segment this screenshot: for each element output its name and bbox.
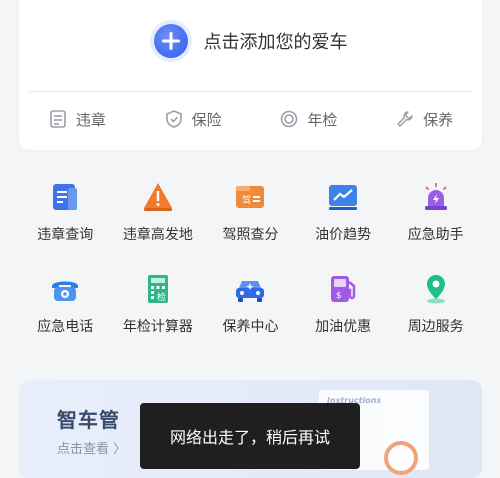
grid-label: 保养中心 bbox=[222, 319, 279, 335]
shortcut-violation[interactable]: 违章 bbox=[48, 109, 106, 130]
shortcut-inspection[interactable]: 年检 bbox=[279, 109, 337, 130]
shortcut-label: 保险 bbox=[191, 110, 222, 129]
add-car-label: 点击添加您的爱车 bbox=[203, 32, 348, 53]
warning-triangle-icon bbox=[143, 183, 172, 211]
grid-item-oil-price[interactable]: 油价趋势 bbox=[297, 180, 390, 244]
grid-item-maintenance-center[interactable]: 保养中心 bbox=[204, 272, 297, 336]
shortcut-insurance[interactable]: 保险 bbox=[164, 109, 222, 130]
grid-label: 驾照查分 bbox=[222, 227, 279, 243]
divider bbox=[29, 91, 472, 92]
grid-label: 年检计算器 bbox=[122, 319, 193, 335]
add-car-card: 点击添加您的爱车 违章 保险 年检 保养 bbox=[19, 0, 482, 150]
grid-item-emergency-assist[interactable]: 应急助手 bbox=[389, 180, 482, 244]
wrench-icon bbox=[397, 111, 413, 127]
shortcut-label: 违章 bbox=[75, 110, 106, 129]
grid-item-inspection-calculator[interactable]: 检 年检计算器 bbox=[112, 272, 205, 336]
shortcut-maintenance[interactable]: 保养 bbox=[395, 109, 453, 130]
add-car-button[interactable]: 点击添加您的爱车 bbox=[19, 16, 482, 66]
shortcut-label: 保养 bbox=[423, 110, 454, 129]
svg-text:检: 检 bbox=[157, 291, 166, 303]
grid-item-fuel-discount[interactable]: $ 加油优惠 bbox=[297, 272, 390, 336]
plus-icon[interactable] bbox=[153, 24, 188, 58]
license-icon: 驾 bbox=[236, 186, 265, 208]
grid-label: 周边服务 bbox=[407, 319, 464, 335]
alarm-light-icon bbox=[424, 183, 447, 210]
service-grid: 违章查询 违章高发地 驾 驾照查分 油价趋势 应急助手 应急电话 检 年检计算器… bbox=[19, 180, 482, 336]
shortcut-row: 违章 保险 年检 保养 bbox=[19, 104, 482, 134]
grid-label: 违章高发地 bbox=[122, 227, 193, 243]
grid-item-emergency-phone[interactable]: 应急电话 bbox=[19, 272, 112, 336]
banner-title: 智车管 bbox=[57, 408, 120, 432]
trend-chart-icon bbox=[329, 185, 358, 210]
error-toast: 网络出走了，稍后再试 bbox=[140, 403, 360, 469]
violation-query-icon bbox=[53, 184, 78, 210]
grid-item-nearby-services[interactable]: 周边服务 bbox=[389, 272, 482, 336]
grid-label: 应急电话 bbox=[37, 319, 94, 335]
fuel-pump-icon: $ bbox=[331, 276, 356, 302]
banner-view-link[interactable]: 点击查看 〉 bbox=[57, 438, 126, 457]
grid-item-violation-query[interactable]: 违章查询 bbox=[19, 180, 112, 244]
toast-message: 网络出走了，稍后再试 bbox=[169, 428, 330, 447]
grid-label: 应急助手 bbox=[407, 227, 464, 243]
grid-item-violation-hotspot[interactable]: 违章高发地 bbox=[112, 180, 205, 244]
target-icon bbox=[281, 110, 298, 128]
svg-text:驾: 驾 bbox=[242, 195, 251, 206]
calculator-icon: 检 bbox=[147, 275, 168, 303]
document-icon bbox=[50, 110, 66, 128]
shield-check-icon bbox=[165, 110, 182, 128]
car-service-icon bbox=[236, 281, 265, 302]
location-pin-icon bbox=[426, 275, 445, 304]
phone-icon bbox=[52, 281, 79, 301]
svg-text:$: $ bbox=[336, 291, 342, 301]
grid-label: 加油优惠 bbox=[315, 319, 372, 335]
grid-item-license-points[interactable]: 驾 驾照查分 bbox=[204, 180, 297, 244]
shortcut-label: 年检 bbox=[307, 110, 338, 129]
grid-label: 油价趋势 bbox=[315, 227, 372, 243]
grid-label: 违章查询 bbox=[37, 227, 94, 243]
magnifier-icon bbox=[384, 441, 418, 475]
